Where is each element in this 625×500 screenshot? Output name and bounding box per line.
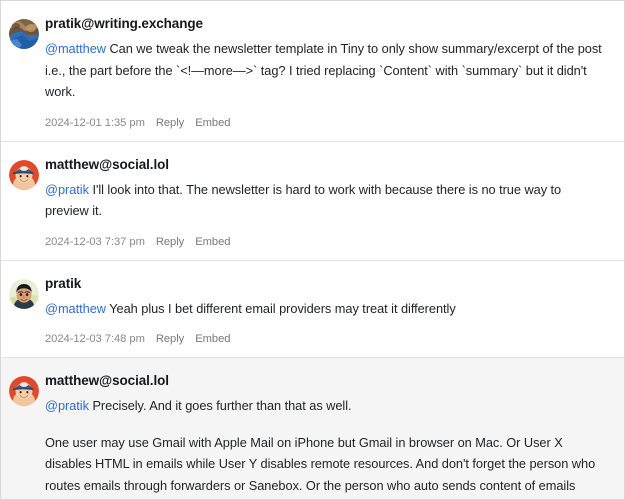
- comment-meta: 2024-12-01 1:35 pm Reply Embed: [45, 116, 602, 131]
- comment-meta: 2024-12-03 7:37 pm Reply Embed: [45, 235, 602, 250]
- embed-link[interactable]: Embed: [195, 116, 230, 131]
- comment-paragraph: One user may use Gmail with Apple Mail o…: [45, 432, 602, 500]
- comment-meta: 2024-12-03 7:48 pm Reply Embed: [45, 332, 602, 347]
- mention-link[interactable]: @pratik: [45, 182, 89, 197]
- comment-body: matthew@social.lol @pratik Precisely. And…: [39, 372, 602, 500]
- embed-link[interactable]: Embed: [195, 332, 230, 347]
- comment-text: Precisely. And it goes further than that…: [88, 398, 352, 413]
- mention-link[interactable]: @pratik: [45, 398, 89, 413]
- comment-timestamp: 2024-12-03 7:37 pm: [45, 235, 145, 248]
- comment-timestamp: 2024-12-03 7:48 pm: [45, 333, 145, 345]
- comment-paragraph: @matthew Can we tweak the newsletter tem…: [45, 38, 602, 103]
- comment-paragraph: @pratik Precisely. And it goes further t…: [45, 395, 602, 417]
- comment-paragraph: @matthew Yeah plus I bet different email…: [45, 298, 602, 320]
- avatar[interactable]: [9, 376, 39, 406]
- comment-text: I'll look into that. The newsletter is h…: [45, 181, 562, 219]
- comment-timestamp: 2024-12-01 1:35 pm: [45, 116, 145, 129]
- avatar[interactable]: [9, 278, 39, 309]
- embed-link[interactable]: Embed: [195, 235, 230, 250]
- comment-text: One user may use Gmail with Apple Mail o…: [45, 434, 596, 493]
- comment-body: matthew@social.lol @pratik I'll look into…: [39, 156, 602, 250]
- comment-author: matthew@social.lol: [45, 373, 169, 388]
- comment-text: Yeah plus I bet different email provider…: [105, 300, 456, 316]
- comment-item: matthew@social.lol @pratik Precisely. And…: [1, 357, 624, 500]
- comment-item: matthew@social.lol @pratik I'll look into…: [1, 140, 624, 260]
- comment-paragraph: @pratik I'll look into that. The newslet…: [45, 179, 602, 222]
- avatar[interactable]: [9, 19, 39, 49]
- reply-link[interactable]: Reply: [156, 235, 184, 250]
- comment-body: pratik @matthew Yeah plus I bet different…: [39, 275, 602, 348]
- avatar[interactable]: [9, 159, 39, 190]
- mention-link[interactable]: @matthew: [45, 301, 106, 316]
- comment-body: pratik@writing.exchange @matthew Can we t…: [39, 15, 602, 131]
- reply-link[interactable]: Reply: [156, 332, 184, 347]
- comment-author: pratik@writing.exchange: [45, 16, 203, 31]
- reply-link[interactable]: Reply: [156, 116, 184, 131]
- comment-item: pratik @matthew Yeah plus I bet different…: [1, 259, 624, 357]
- mention-link[interactable]: @matthew: [45, 41, 106, 56]
- comment-item: pratik@writing.exchange @matthew Can we t…: [1, 1, 624, 141]
- comment-author: pratik: [45, 275, 82, 291]
- comment-text: Can we tweak the newsletter template in …: [45, 41, 602, 99]
- comment-thread: pratik@writing.exchange @matthew Can we t…: [0, 0, 625, 500]
- comment-author: matthew@social.lol: [45, 156, 169, 172]
